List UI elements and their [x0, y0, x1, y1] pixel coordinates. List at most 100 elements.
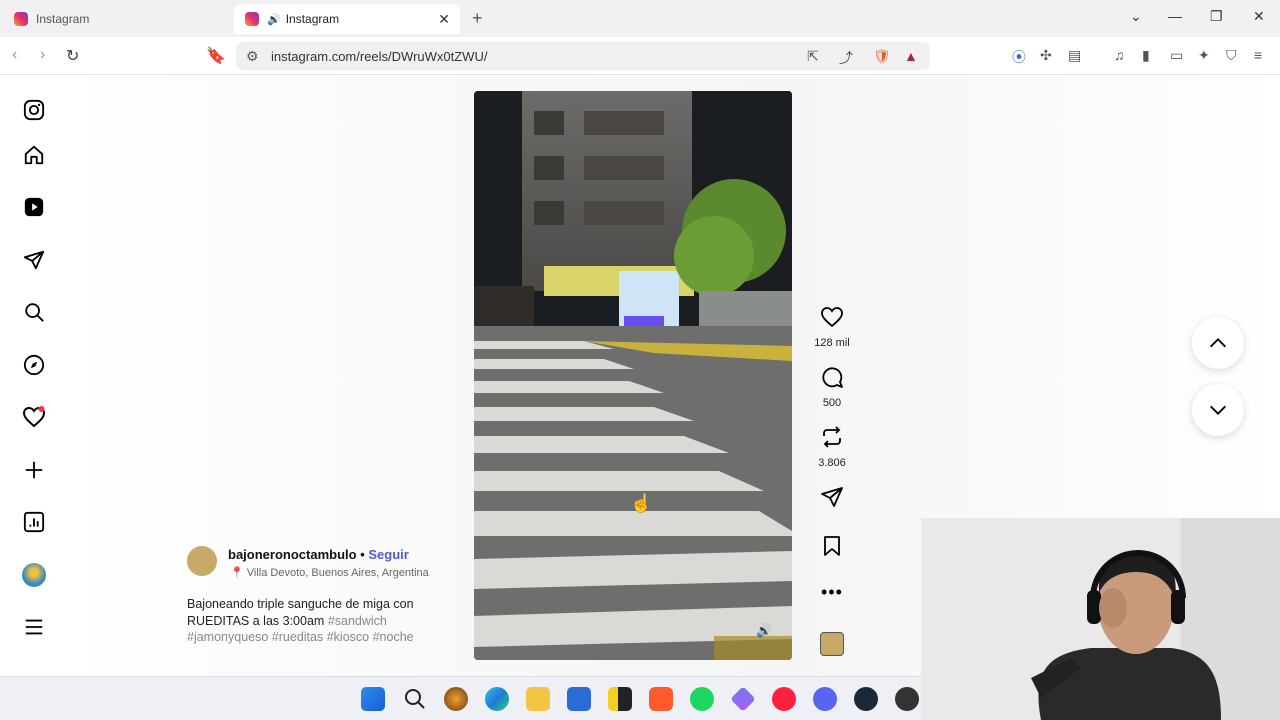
volume-icon[interactable]: 🔊 [756, 623, 772, 639]
hashtag[interactable]: #rueditas [272, 630, 323, 644]
separator-dot: • [360, 547, 365, 562]
discord-icon[interactable] [813, 687, 837, 711]
forward-button[interactable]: › [40, 46, 45, 64]
search-icon[interactable] [21, 299, 47, 325]
author-avatar[interactable] [187, 546, 217, 576]
next-reel-button[interactable] [1192, 384, 1244, 436]
comment-icon[interactable] [820, 365, 844, 389]
new-tab-button[interactable]: + [472, 8, 483, 29]
reels-icon[interactable] [21, 194, 47, 220]
browser-app-icon[interactable] [444, 687, 468, 711]
edge-icon[interactable] [485, 687, 509, 711]
media-icon[interactable]: ♫ [1114, 47, 1125, 63]
sticky-app-icon[interactable] [608, 687, 632, 711]
dashboard-icon[interactable] [21, 509, 47, 535]
notifications-heart-icon[interactable] [21, 404, 47, 430]
ai-sparkle-icon[interactable]: ✦ [1198, 47, 1210, 64]
extensions-icon[interactable]: ✣ [1040, 47, 1052, 64]
sidebar-toggle-icon[interactable]: ▮ [1142, 47, 1150, 64]
reload-button[interactable]: ↻ [66, 46, 79, 66]
instagram-favicon-icon [14, 12, 28, 26]
close-window-button[interactable]: ✕ [1253, 8, 1265, 25]
hashtag[interactable]: #noche [373, 630, 414, 644]
mouse-cursor-icon: ☝ [630, 493, 653, 513]
store-icon[interactable] [567, 687, 591, 711]
chevron-down-icon [1210, 405, 1226, 415]
menu-icon[interactable]: ≡ [1254, 47, 1262, 63]
url-text[interactable]: instagram.com/reels/DWruWx0tZWU/ [271, 49, 487, 64]
webcam-overlay [921, 518, 1280, 720]
browser-toolbar: ‹ › ↻ 🔖 ⚙ instagram.com/reels/DWruWx0tZW… [0, 37, 1280, 75]
instagram-favicon-icon [245, 12, 259, 26]
obs-icon[interactable] [895, 687, 919, 711]
search-icon[interactable] [403, 687, 427, 711]
tab-title: Instagram [36, 12, 90, 26]
instagram-sidebar [0, 76, 68, 676]
create-plus-icon[interactable] [21, 457, 47, 483]
brave-icon[interactable] [649, 687, 673, 711]
save-action[interactable] [812, 534, 852, 563]
tab-list-chevron-icon[interactable]: ⌄ [1130, 8, 1142, 25]
hashtag[interactable]: #jamonyqueso [187, 630, 268, 644]
like-count[interactable]: 128 mil [812, 337, 852, 349]
more-menu-icon[interactable] [21, 614, 47, 640]
comment-count[interactable]: 500 [812, 397, 852, 409]
repost-action[interactable]: 3.806 [812, 425, 852, 469]
close-tab-icon[interactable]: ✕ [438, 11, 450, 28]
back-button[interactable]: ‹ [12, 46, 17, 64]
more-dots-icon[interactable]: ••• [821, 582, 843, 602]
tab-title: Instagram [285, 12, 340, 26]
instagram-logo-icon[interactable] [21, 97, 47, 123]
reel-caption: Bajoneando triple sanguche de miga con R… [187, 596, 447, 646]
app-diamond-icon[interactable] [730, 686, 756, 712]
repost-icon[interactable] [820, 425, 844, 449]
share-send-icon[interactable] [820, 485, 844, 509]
home-icon[interactable] [21, 142, 47, 168]
wallet-icon[interactable]: ▭ [1170, 47, 1183, 64]
author-username[interactable]: bajoneronoctambulo [228, 547, 357, 562]
leo-icon[interactable]: ⦿ [1012, 47, 1026, 67]
hashtag[interactable]: #sandwich [328, 614, 387, 628]
hashtag[interactable]: #kiosco [327, 630, 369, 644]
more-options-action[interactable]: ••• [812, 582, 852, 603]
audio-thumbnail[interactable] [812, 632, 852, 656]
chevron-up-icon [1210, 338, 1226, 348]
repost-count[interactable]: 3.806 [812, 457, 852, 469]
follow-button[interactable]: Seguir [368, 547, 408, 562]
tab-search-icon[interactable]: ▤ [1068, 47, 1081, 64]
profile-avatar-icon[interactable] [21, 562, 47, 588]
speaker-icon[interactable]: 🔊 [267, 13, 281, 26]
share-icon[interactable]: ⤴ [839, 48, 853, 68]
like-heart-icon[interactable] [820, 305, 844, 329]
share-action[interactable] [812, 485, 852, 514]
file-explorer-icon[interactable] [526, 687, 550, 711]
previous-reel-button[interactable] [1192, 317, 1244, 369]
brave-rewards-icon[interactable]: ▲ [904, 48, 918, 64]
brave-shield-icon[interactable]: 🛡 [873, 48, 891, 65]
location-text[interactable]: Villa Devoto, Buenos Aires, Argentina [247, 567, 429, 579]
messages-icon[interactable] [21, 247, 47, 273]
steam-icon[interactable] [854, 687, 878, 711]
tab-instagram-1[interactable]: Instagram [14, 4, 224, 34]
audio-thumbnail-icon[interactable] [820, 632, 844, 656]
address-bar[interactable]: ⚙ instagram.com/reels/DWruWx0tZWU/ ⇱ ⤴ 🛡… [236, 42, 930, 70]
browser-tab-bar: Instagram 🔊 Instagram ✕ + ⌄ — ❐ ✕ [0, 0, 1280, 37]
media-player-icon[interactable] [772, 687, 796, 711]
tab-instagram-active[interactable]: 🔊 Instagram ✕ [234, 4, 460, 34]
location-pin-icon: 📍 [230, 567, 244, 579]
explore-icon[interactable] [21, 352, 47, 378]
street-night-scene [474, 91, 792, 660]
like-action[interactable]: 128 mil [812, 305, 852, 349]
restore-button[interactable]: ❐ [1210, 8, 1223, 25]
comment-action[interactable]: 500 [812, 365, 852, 409]
bookmark-icon[interactable]: 🔖 [206, 46, 226, 66]
streamer-webcam-image [921, 518, 1280, 720]
open-external-icon[interactable]: ⇱ [807, 48, 819, 65]
windows-start-icon[interactable] [361, 687, 385, 711]
minimize-button[interactable]: — [1168, 8, 1182, 24]
reel-video[interactable]: 🔊 ☝ [474, 91, 792, 660]
spotify-icon[interactable] [690, 687, 714, 711]
site-settings-icon[interactable]: ⚙ [246, 48, 259, 65]
bookmark-save-icon[interactable] [820, 534, 844, 558]
vpn-icon[interactable]: ⛉ [1226, 47, 1237, 64]
